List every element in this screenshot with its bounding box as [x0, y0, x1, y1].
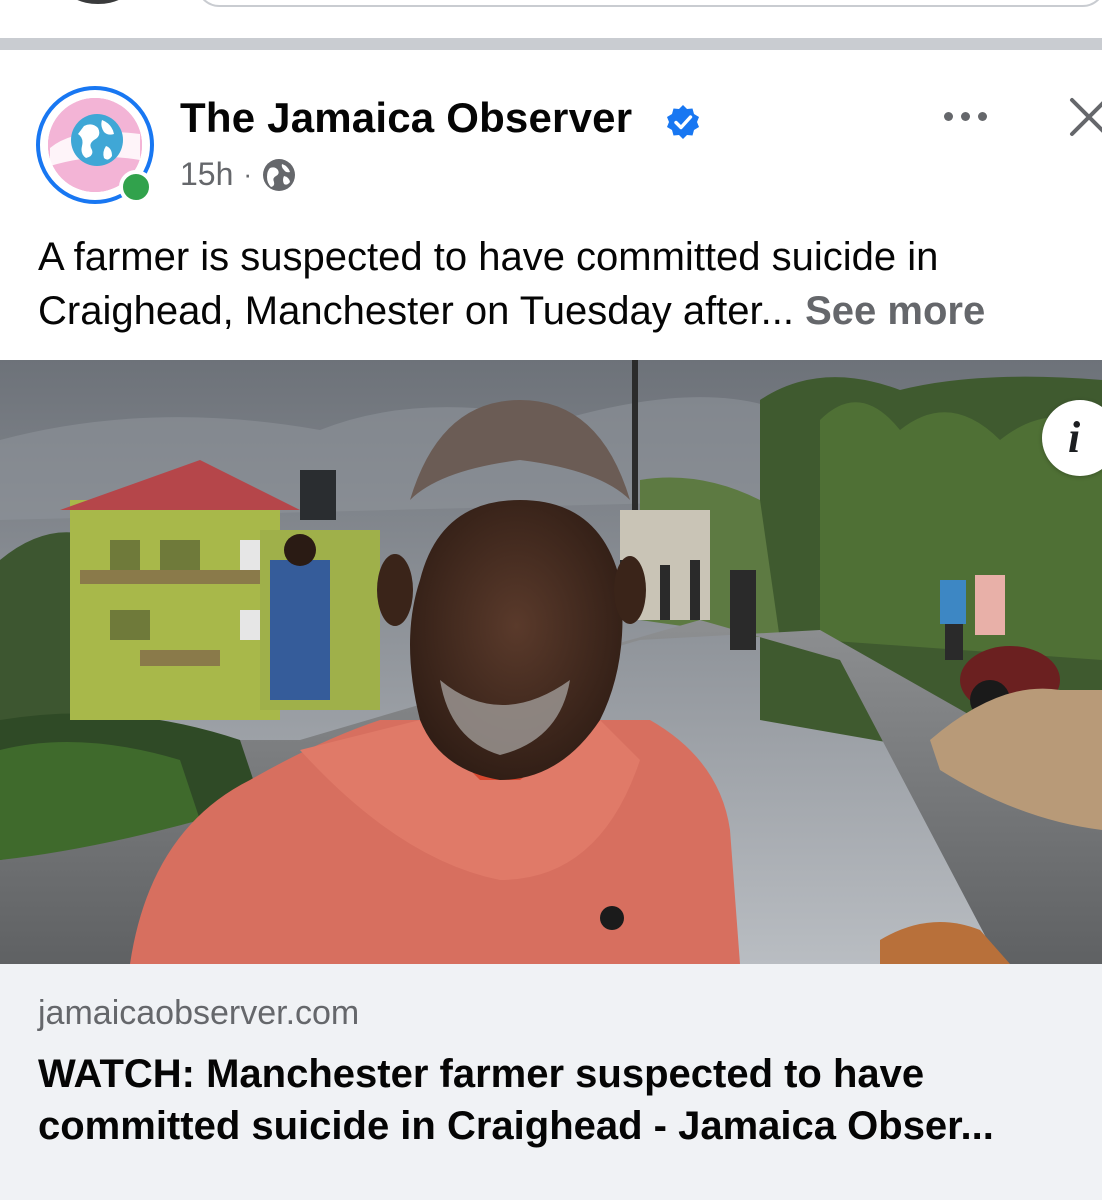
globe-icon: [263, 158, 296, 191]
feed-divider: [0, 38, 1102, 50]
post-text-line: A farmer is suspected to have committed …: [38, 235, 939, 279]
close-icon: [1070, 98, 1102, 136]
close-button[interactable]: [1066, 92, 1102, 142]
verified-badge-icon: [665, 104, 701, 140]
more-options-button[interactable]: [932, 96, 998, 136]
link-domain: jamaicaobserver.com: [38, 994, 360, 1032]
post-text-line: Craighead, Manchester on Tuesday after..…: [38, 289, 986, 333]
link-title-line: WATCH: Manchester farmer suspected to ha…: [38, 1052, 925, 1096]
link-title-line: committed suicide in Craighead - Jamaica…: [38, 1104, 994, 1148]
composer-input[interactable]: [196, 0, 1102, 7]
top-composer-bar: [0, 0, 1102, 38]
user-avatar[interactable]: [66, 0, 130, 4]
post-text: A farmer is suspected to have committed …: [38, 230, 1102, 338]
more-options-icon: [943, 111, 953, 121]
meta-separator: ·: [243, 159, 253, 189]
see-more-link[interactable]: See more: [805, 289, 985, 333]
post-meta: 15h ·: [180, 156, 296, 193]
post-timestamp[interactable]: 15h: [180, 156, 233, 193]
online-status-dot: [119, 170, 153, 204]
link-title[interactable]: WATCH: Manchester farmer suspected to ha…: [38, 1048, 1098, 1152]
page-name[interactable]: The Jamaica Observer: [180, 94, 632, 142]
info-icon: i: [1068, 413, 1081, 462]
video-thumbnail[interactable]: [0, 360, 1102, 964]
